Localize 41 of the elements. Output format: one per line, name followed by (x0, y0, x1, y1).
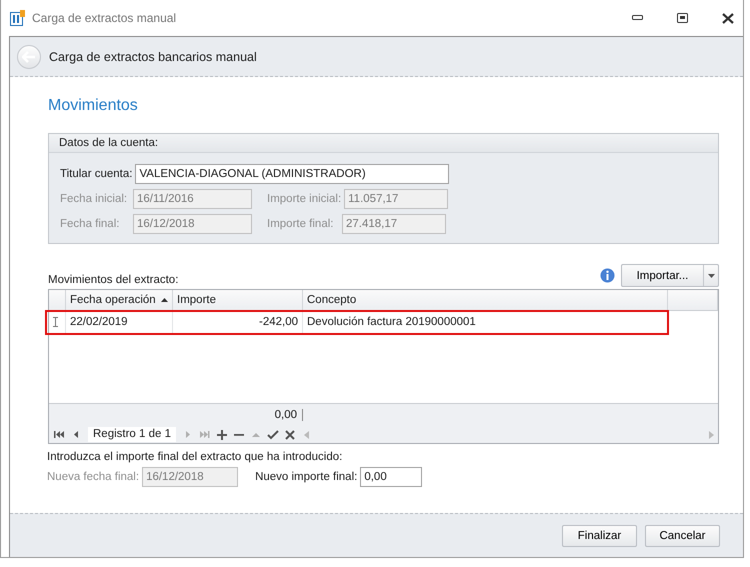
field-label: Titular cuenta: (60, 168, 132, 180)
cancel-button[interactable]: Cancelar (645, 524, 720, 546)
field-label: Fecha inicial: (60, 193, 128, 205)
import-button[interactable]: Importar... (621, 264, 719, 287)
instruction-text: Introduzca el importe final del extracto que ha introducido: (47, 451, 344, 463)
window-title: Carga de extractos manual (32, 11, 178, 25)
column-header[interactable]: Importe (173, 290, 303, 311)
field-label: Fecha final: (60, 218, 120, 230)
column-header[interactable]: Concepto (303, 290, 668, 311)
close-icon[interactable] (283, 428, 297, 441)
maximize-icon[interactable] (677, 13, 688, 23)
check-icon[interactable] (266, 428, 280, 441)
info-icon[interactable] (600, 268, 615, 283)
input-field[interactable]: VALENCIA-DIAGONAL (ADMINISTRADOR) (135, 164, 450, 184)
input-field[interactable]: 0,00 (360, 467, 422, 487)
caret-icon (708, 274, 714, 278)
finish-button[interactable]: Finalizar (562, 524, 637, 546)
header-cell (668, 290, 718, 311)
column-header[interactable]: Fecha operación (66, 290, 173, 311)
close-icon[interactable] (722, 12, 734, 24)
total-value: 0,00 (49, 409, 303, 421)
table-cell: Devolución factura 20190000001 (303, 311, 668, 334)
field-label: Importe final: (267, 218, 334, 230)
text-cursor-icon (53, 317, 58, 327)
field-label: Importe inicial: (267, 193, 342, 205)
table-cell: -242,00 (173, 311, 303, 334)
panel-title: Datos de la cuenta: (59, 137, 158, 149)
page-title: Carga de extractos bancarios manual (49, 50, 257, 64)
field-label: Nueva fecha final: (47, 471, 140, 483)
first-record-icon[interactable] (52, 428, 66, 441)
record-counter: Registro 1 de 1 (88, 427, 176, 442)
field-label: Nuevo importe final: (255, 471, 358, 483)
highlighted-row[interactable]: 22/02/2019 -242,00 Devolución factura 20190000001 (46, 311, 668, 334)
section-title: Movimientos (48, 97, 139, 115)
grid-label: Movimientos del extracto: (48, 274, 180, 288)
minimize-icon[interactable] (632, 15, 643, 21)
plus-icon[interactable] (215, 428, 229, 441)
app-icon (10, 10, 26, 26)
table-cell: 22/02/2019 (66, 311, 173, 334)
back-arrow-icon (22, 50, 36, 62)
header-cell (49, 290, 66, 311)
